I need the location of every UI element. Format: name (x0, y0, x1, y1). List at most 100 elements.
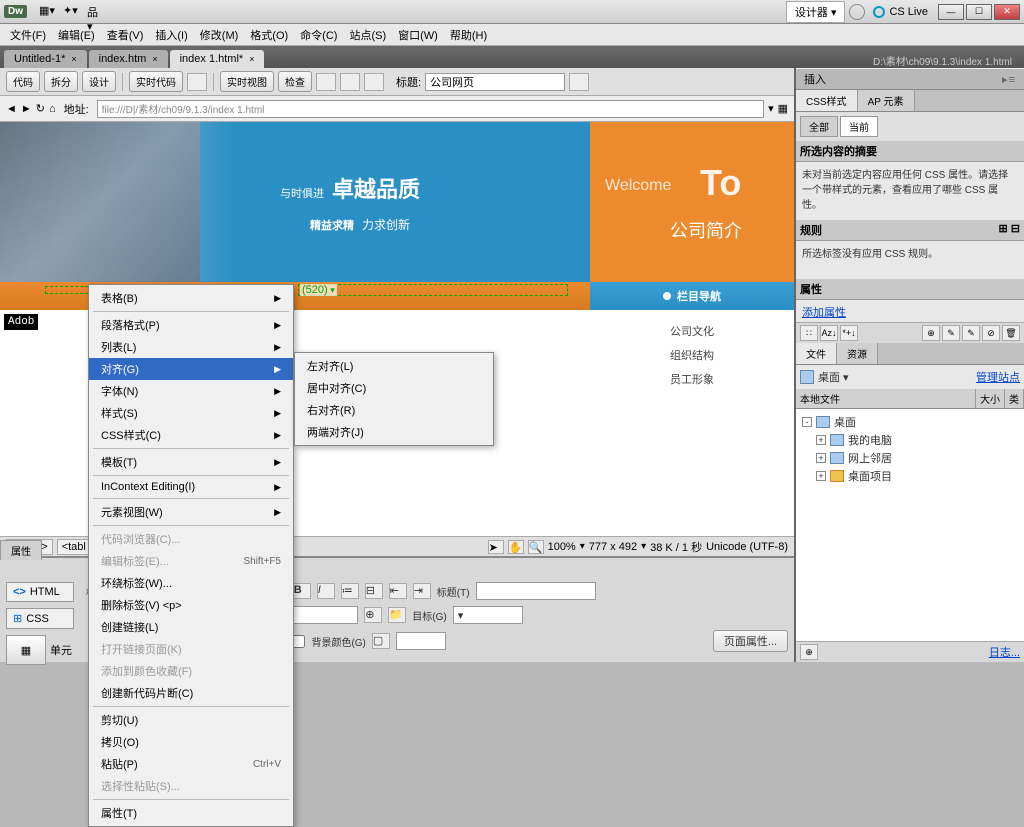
sm-align-right[interactable]: 右对齐(R) (295, 399, 493, 421)
site-icon[interactable]: 品▾ (87, 4, 103, 20)
cm-add-color[interactable]: 添加到颜色收藏(F) (89, 660, 293, 682)
tab-index-1-html[interactable]: index 1.html*× (170, 50, 265, 68)
cslive-button[interactable]: CS Live (873, 6, 928, 18)
cm-code-navigator[interactable]: 代码浏览器(C)... (89, 528, 293, 550)
menu-commands[interactable]: 命令(C) (294, 25, 343, 45)
dimensions[interactable]: 777 x 492 (589, 541, 637, 553)
forward-icon[interactable]: ► (21, 103, 32, 115)
target-select[interactable]: ▾ (453, 606, 523, 624)
menu-format[interactable]: 格式(O) (244, 25, 294, 45)
extend-icon[interactable]: ✦▾ (63, 4, 79, 20)
cm-list[interactable]: 列表(L)▶ (89, 336, 293, 358)
close-icon[interactable]: × (152, 54, 157, 64)
close-icon[interactable]: × (71, 54, 76, 64)
code-view-button[interactable]: 代码 (6, 71, 40, 92)
cm-make-link[interactable]: 创建链接(L) (89, 616, 293, 638)
tree-network[interactable]: +网上邻居 (802, 449, 1018, 467)
files-tab[interactable]: 文件 (796, 343, 837, 364)
cm-remove-tag[interactable]: 删除标签(V) <p> (89, 594, 293, 616)
tool-icon-1[interactable] (569, 73, 589, 91)
bgcolor-input[interactable] (396, 632, 446, 650)
cm-edit-tag[interactable]: 编辑标签(E)...Shift+F5 (89, 550, 293, 572)
layout-icon[interactable]: ▦▾ (39, 4, 55, 20)
zoom-icon[interactable]: 🔍 (528, 540, 544, 554)
tree-mycomputer[interactable]: +我的电脑 (802, 431, 1018, 449)
cm-style[interactable]: 样式(S)▶ (89, 402, 293, 424)
sidebar-link[interactable]: 组织结构 (670, 347, 714, 363)
cm-element-view[interactable]: 元素视图(W)▶ (89, 501, 293, 523)
tab-untitled[interactable]: Untitled-1*× (4, 50, 87, 68)
cm-css-style[interactable]: CSS样式(C)▶ (89, 424, 293, 446)
close-button[interactable]: ✕ (994, 4, 1020, 20)
ap-elements-tab[interactable]: AP 元素 (858, 90, 915, 111)
pointer-icon[interactable]: ➤ (488, 540, 504, 554)
all-subtab[interactable]: 全部 (800, 116, 838, 137)
address-go-icon[interactable]: ▾ (768, 102, 774, 115)
connect-icon[interactable]: ⊕ (800, 644, 818, 660)
insert-panel-header[interactable]: 插入▸≡ (796, 68, 1024, 90)
sidebar-link[interactable]: 公司文化 (670, 323, 714, 339)
outdent-icon[interactable]: ⇤ (389, 583, 407, 599)
col-local[interactable]: 本地文件 (796, 389, 976, 408)
link-icon[interactable]: ⊕ (364, 607, 382, 623)
current-subtab[interactable]: 当前 (840, 116, 878, 137)
search-icon[interactable] (849, 4, 865, 20)
back-icon[interactable]: ◄ (6, 103, 17, 115)
properties-tab[interactable]: 属性 (0, 540, 42, 560)
refresh-icon[interactable] (340, 73, 360, 91)
browser-icon[interactable] (316, 73, 336, 91)
live-code-icon[interactable] (187, 73, 207, 91)
menu-file[interactable]: 文件(F) (4, 25, 52, 45)
ruler-icon[interactable]: ▦ (778, 102, 788, 115)
disable-icon[interactable]: ⊘ (982, 325, 1000, 341)
cm-paste[interactable]: 粘贴(P)Ctrl+V (89, 753, 293, 775)
live-code-button[interactable]: 实时代码 (129, 71, 183, 92)
cascade-icon[interactable]: ∷ (800, 325, 818, 341)
add-property-link[interactable]: 添加属性 (802, 307, 846, 319)
page-properties-button[interactable]: 页面属性... (713, 630, 788, 652)
live-view-button[interactable]: 实时视图 (220, 71, 274, 92)
cm-wrap-tag[interactable]: 环绕标签(W)... (89, 572, 293, 594)
col-size[interactable]: 大小 (976, 389, 1005, 408)
css-styles-tab[interactable]: CSS样式 (796, 90, 858, 111)
manage-sites-link[interactable]: 管理站点 (976, 369, 1020, 385)
resources-tab[interactable]: 资源 (837, 343, 878, 364)
cm-table[interactable]: 表格(B)▶ (89, 287, 293, 309)
sm-align-justify[interactable]: 两端对齐(J) (295, 421, 493, 443)
refresh-icon[interactable]: ↻ (36, 102, 45, 115)
set-icon[interactable]: *+↓ (840, 325, 858, 341)
cm-incontext[interactable]: InContext Editing(I)▶ (89, 478, 293, 496)
cm-copy[interactable]: 拷贝(O) (89, 731, 293, 753)
indent-icon[interactable]: ⇥ (413, 583, 431, 599)
css-mode-button[interactable]: CSS (6, 608, 74, 629)
tree-desktop-items[interactable]: +桌面项目 (802, 467, 1018, 485)
folder-icon[interactable]: 📁 (388, 607, 406, 623)
title-input[interactable] (425, 73, 565, 91)
layout-dropdown[interactable]: 设计器 ▾ (786, 1, 846, 23)
tag-table[interactable]: <tabl (57, 539, 91, 555)
cm-open-link[interactable]: 打开链接页面(K) (89, 638, 293, 660)
cm-paragraph[interactable]: 段落格式(P)▶ (89, 314, 293, 336)
col-type[interactable]: 类 (1005, 389, 1024, 408)
close-icon[interactable]: × (249, 54, 254, 64)
html-mode-button[interactable]: HTML (6, 582, 74, 602)
numlist-icon[interactable]: ⊟ (365, 583, 383, 599)
link-css-icon[interactable]: ⊕ (922, 325, 940, 341)
cm-properties[interactable]: 属性(T) (89, 802, 293, 824)
sidebar-link[interactable]: 员工形象 (670, 371, 714, 387)
cm-align[interactable]: 对齐(G)▶ (89, 358, 293, 380)
sm-align-left[interactable]: 左对齐(L) (295, 355, 493, 377)
minimize-button[interactable]: — (938, 4, 964, 20)
new-rule-icon[interactable]: ✎ (942, 325, 960, 341)
menu-modify[interactable]: 修改(M) (194, 25, 245, 45)
tab-index-htm[interactable]: index.htm× (89, 50, 168, 68)
selected-text[interactable]: Adob (4, 314, 38, 330)
site-select[interactable]: 桌面 ▾ (818, 369, 972, 385)
az-icon[interactable]: Az↓ (820, 325, 838, 341)
options-icon[interactable] (364, 73, 384, 91)
zoom-value[interactable]: 100% (548, 541, 576, 553)
menu-edit[interactable]: 编辑(E) (52, 25, 101, 45)
list-icon[interactable]: ≔ (341, 583, 359, 599)
delete-icon[interactable]: 🗑 (1002, 325, 1020, 341)
sm-align-center[interactable]: 居中对齐(C) (295, 377, 493, 399)
